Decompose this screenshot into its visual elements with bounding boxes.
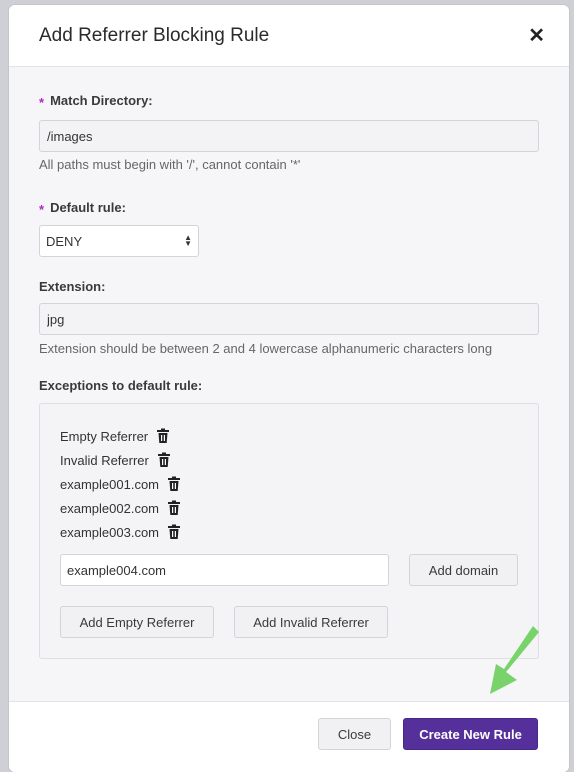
match-directory-label: * Match Directory:	[39, 93, 539, 110]
exception-item: Invalid Referrer	[60, 448, 518, 472]
required-marker: *	[39, 95, 45, 110]
close-button[interactable]: Close	[318, 718, 391, 750]
add-domain-button[interactable]: Add domain	[409, 554, 518, 586]
domain-input[interactable]	[60, 554, 389, 586]
modal-header: Add Referrer Blocking Rule ✕	[9, 5, 569, 67]
match-directory-input[interactable]	[39, 120, 539, 152]
default-rule-selected: DENY	[46, 233, 83, 249]
add-empty-referrer-button[interactable]: Add Empty Referrer	[60, 606, 214, 638]
trash-icon[interactable]	[157, 452, 171, 468]
exception-label: example003.com	[60, 524, 159, 540]
add-domain-row: Add domain	[60, 554, 518, 586]
default-rule-select[interactable]: DENY ▲ ▼	[39, 225, 199, 257]
close-icon[interactable]: ✕	[528, 26, 545, 46]
exception-item: Empty Referrer	[60, 424, 518, 448]
match-directory-help: All paths must begin with '/', cannot co…	[39, 157, 301, 172]
exception-item: example003.com	[60, 520, 518, 544]
modal-title: Add Referrer Blocking Rule	[39, 24, 270, 46]
select-arrows-icon: ▲ ▼	[184, 233, 192, 248]
trash-icon[interactable]	[167, 476, 181, 492]
modal-body: * Match Directory: All paths must begin …	[9, 67, 569, 659]
add-rule-modal: Add Referrer Blocking Rule ✕ * Match Dir…	[9, 5, 569, 772]
exceptions-panel: Empty Referrer Invalid Referrer example0…	[39, 403, 539, 659]
extension-help: Extension should be between 2 and 4 lowe…	[39, 341, 493, 356]
exception-label: Invalid Referrer	[60, 452, 149, 468]
match-directory-label-text: Match Directory:	[50, 93, 153, 108]
exceptions-label: Exceptions to default rule:	[39, 378, 203, 393]
exception-item: example002.com	[60, 496, 518, 520]
trash-icon[interactable]	[167, 500, 181, 516]
default-rule-label: * Default rule:	[39, 200, 539, 217]
default-rule-label-text: Default rule:	[50, 200, 126, 215]
extension-input[interactable]	[39, 303, 539, 335]
exception-label: Empty Referrer	[60, 428, 149, 444]
add-referrer-row: Add Empty Referrer Add Invalid Referrer	[60, 606, 518, 638]
create-new-rule-button[interactable]: Create New Rule	[403, 718, 538, 750]
exception-item: example001.com	[60, 472, 518, 496]
extension-label: Extension:	[39, 279, 106, 294]
add-invalid-referrer-button[interactable]: Add Invalid Referrer	[234, 606, 388, 638]
trash-icon[interactable]	[167, 524, 181, 540]
exceptions-list: Empty Referrer Invalid Referrer example0…	[60, 424, 518, 544]
required-marker: *	[39, 202, 45, 217]
trash-icon[interactable]	[156, 428, 170, 444]
exception-label: example001.com	[60, 476, 159, 492]
exception-label: example002.com	[60, 500, 159, 516]
modal-footer: Close Create New Rule	[9, 701, 569, 772]
